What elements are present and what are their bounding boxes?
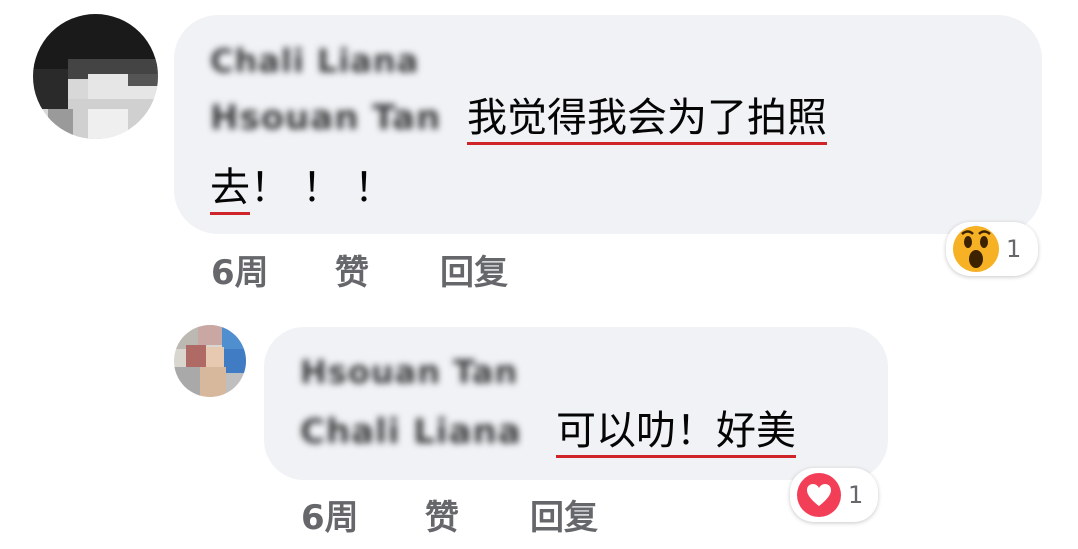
like-button[interactable]: 赞 [425,490,459,539]
comment-text-line1: 我觉得我会为了拍照 [467,92,827,145]
comment-timestamp[interactable]: 6周 [211,245,269,294]
comment-author-name[interactable]: Chali Liana [210,42,419,80]
comment-text-segment: 我觉得我会为了拍照 [467,95,827,145]
reaction-summary[interactable]: 1 [946,222,1038,276]
pixelated-avatar-image [33,14,158,139]
reply-text: 可以叻！好美 [556,405,796,458]
wow-emoji-icon [953,226,999,272]
like-button[interactable]: 赞 [335,245,369,294]
reply-button[interactable]: 回复 [530,490,598,539]
mention-tag[interactable]: Hsouan Tan [210,98,441,138]
reply-avatar[interactable] [174,325,246,397]
reply-button[interactable]: 回复 [440,245,508,294]
reply-author-name[interactable]: Hsouan Tan [300,353,518,391]
mention-tag[interactable]: Chali Liana [300,412,522,452]
reaction-count: 1 [1006,235,1022,263]
comment-text-segment: 去 [210,165,250,215]
pixelated-avatar-image [174,325,246,397]
reaction-summary[interactable]: 1 [790,468,878,522]
love-heart-icon [797,473,841,517]
reaction-count: 1 [848,481,864,509]
comment-text-line2: 去！！！ [210,162,406,215]
reply-timestamp[interactable]: 6周 [301,490,359,539]
comment-text-tail: ！！！ [250,165,406,211]
commenter-avatar[interactable] [33,14,158,139]
reply-text-segment: 可以叻！好美 [556,408,796,458]
